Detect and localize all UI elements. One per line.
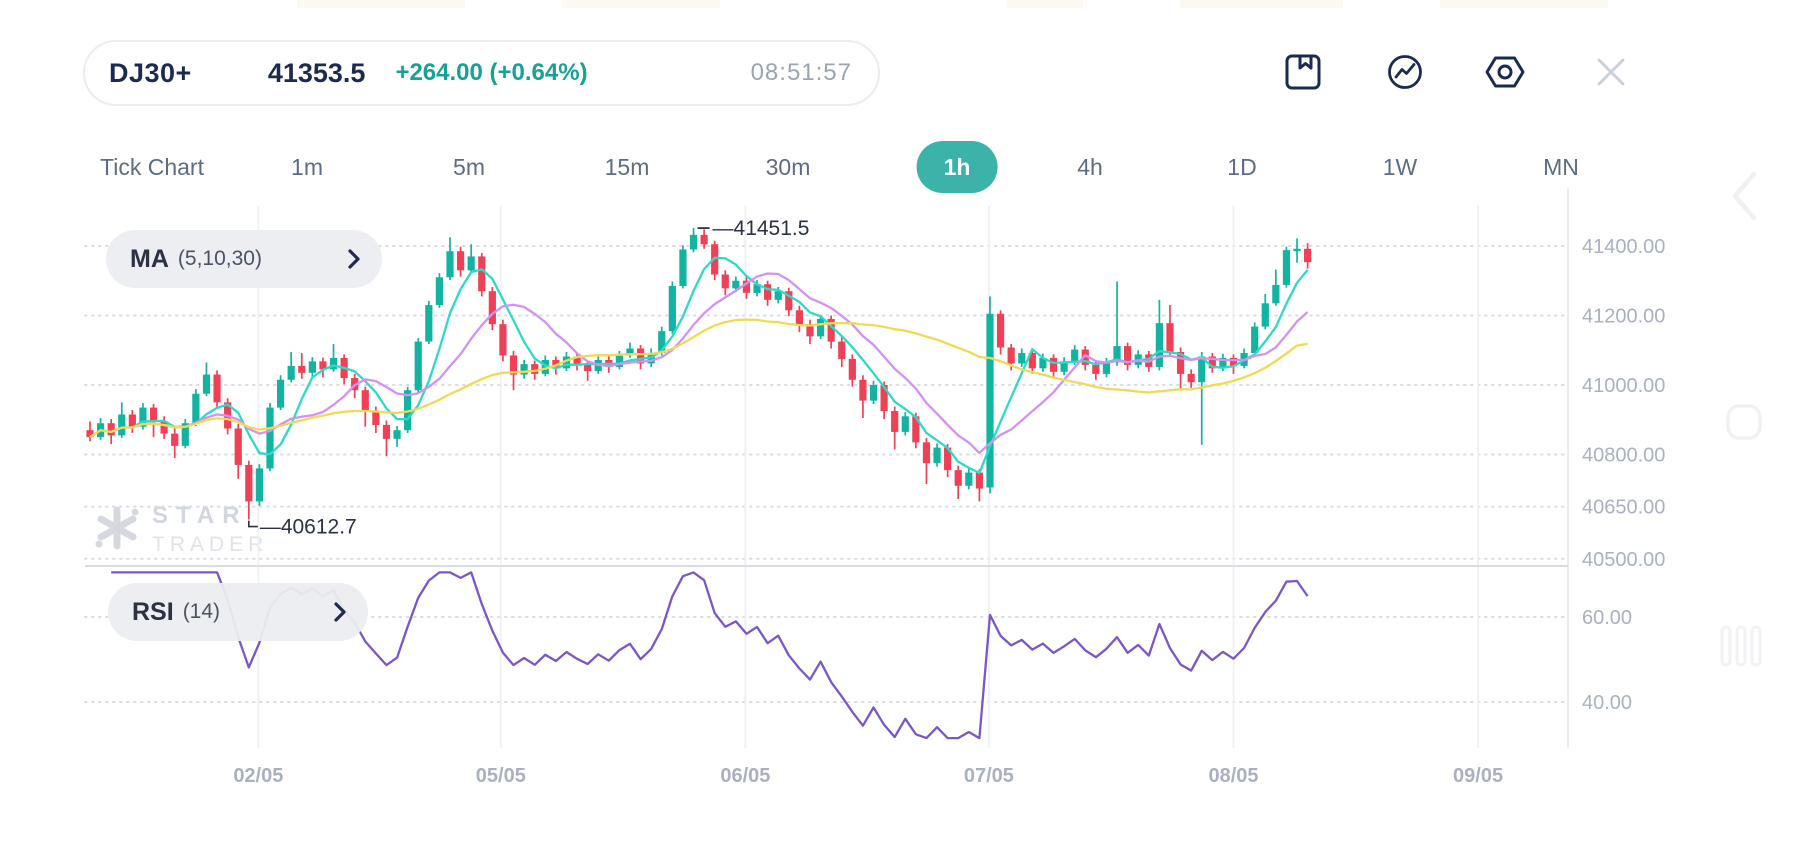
tab-mn[interactable]: MN <box>1543 141 1579 193</box>
date-axis: 02/05 05/05 06/05 07/05 08/05 09/05 <box>233 765 1503 787</box>
chevron-left-icon <box>1726 211 1766 228</box>
svg-text:41400.00: 41400.00 <box>1582 236 1665 258</box>
svg-text:09/05: 09/05 <box>1453 765 1503 787</box>
svg-text:40650.00: 40650.00 <box>1582 497 1665 519</box>
price-change: +264.00 (+0.64%) <box>395 59 587 87</box>
svg-text:—40612.7: —40612.7 <box>260 516 357 539</box>
svg-text:—41451.5: —41451.5 <box>713 217 810 240</box>
tab-tick-chart[interactable]: Tick Chart <box>100 141 204 193</box>
settings-button[interactable] <box>1483 52 1527 96</box>
bookmark-button[interactable] <box>1281 52 1325 96</box>
ma-indicator-pill[interactable]: MA (5,10,30) <box>106 230 382 288</box>
tab-1h[interactable]: 1h <box>917 141 998 193</box>
svg-text:06/05: 06/05 <box>720 765 770 787</box>
svg-text:05/05: 05/05 <box>476 765 526 787</box>
chevron-right-icon <box>332 600 348 624</box>
svg-text:08/05: 08/05 <box>1208 765 1258 787</box>
timeframe-tabs: Tick Chart 1m 5m 15m 30m 1h 4h 1D 1W MN <box>0 141 1813 193</box>
tab-1d[interactable]: 1D <box>1227 141 1256 193</box>
tab-30m[interactable]: 30m <box>766 141 811 193</box>
chart-style-button[interactable] <box>1383 52 1427 96</box>
bookmark-icon <box>1283 52 1323 97</box>
close-button[interactable] <box>1589 52 1633 96</box>
svg-text:40.00: 40.00 <box>1582 692 1632 714</box>
tab-15m[interactable]: 15m <box>605 141 650 193</box>
svg-text:07/05: 07/05 <box>964 765 1014 787</box>
last-price: 41353.5 <box>268 58 366 89</box>
svg-text:60.00: 60.00 <box>1582 607 1632 629</box>
chevron-right-icon <box>346 247 362 271</box>
triple-bars-icon <box>1719 655 1763 672</box>
collapse-panel-button[interactable] <box>1726 168 1766 229</box>
svg-text:02/05: 02/05 <box>233 765 283 787</box>
tab-1w[interactable]: 1W <box>1383 141 1418 193</box>
trend-circle-icon <box>1385 52 1425 97</box>
rsi-params: (14) <box>183 600 220 624</box>
rsi-label: RSI <box>132 598 174 627</box>
rsi-indicator-pill[interactable]: RSI (14) <box>108 583 368 641</box>
tab-1m[interactable]: 1m <box>291 141 323 193</box>
symbol-name: DJ30+ <box>109 58 192 89</box>
chart-screen: STAR TRADER —41451.5—40612.741400.004120… <box>0 0 1813 846</box>
chart-canvas[interactable]: —41451.5 —40612.7 41400.00 41200.00 41000.00… <box>0 0 1813 846</box>
svg-text:40500.00: 40500.00 <box>1582 549 1665 571</box>
instrument-header[interactable]: DJ30+ 41353.5 +264.00 (+0.64%) 08:51:57 <box>83 40 880 106</box>
price-axis: 41400.00 41200.00 41000.00 40800.00 40650.00… <box>1582 236 1665 714</box>
svg-text:40800.00: 40800.00 <box>1582 445 1665 467</box>
drawing-tools-button[interactable] <box>1719 624 1763 673</box>
svg-text:41200.00: 41200.00 <box>1582 306 1665 328</box>
tab-5m[interactable]: 5m <box>453 141 485 193</box>
screenshot-button[interactable] <box>1724 402 1764 447</box>
rounded-square-icon <box>1724 429 1764 446</box>
quote-time: 08:51:57 <box>751 59 852 87</box>
ma-label: MA <box>130 245 169 274</box>
settings-nut-icon <box>1483 52 1527 97</box>
tab-4h[interactable]: 4h <box>1077 141 1103 193</box>
svg-text:41000.00: 41000.00 <box>1582 375 1665 397</box>
close-icon <box>1592 53 1630 96</box>
ma-params: (5,10,30) <box>178 247 262 271</box>
